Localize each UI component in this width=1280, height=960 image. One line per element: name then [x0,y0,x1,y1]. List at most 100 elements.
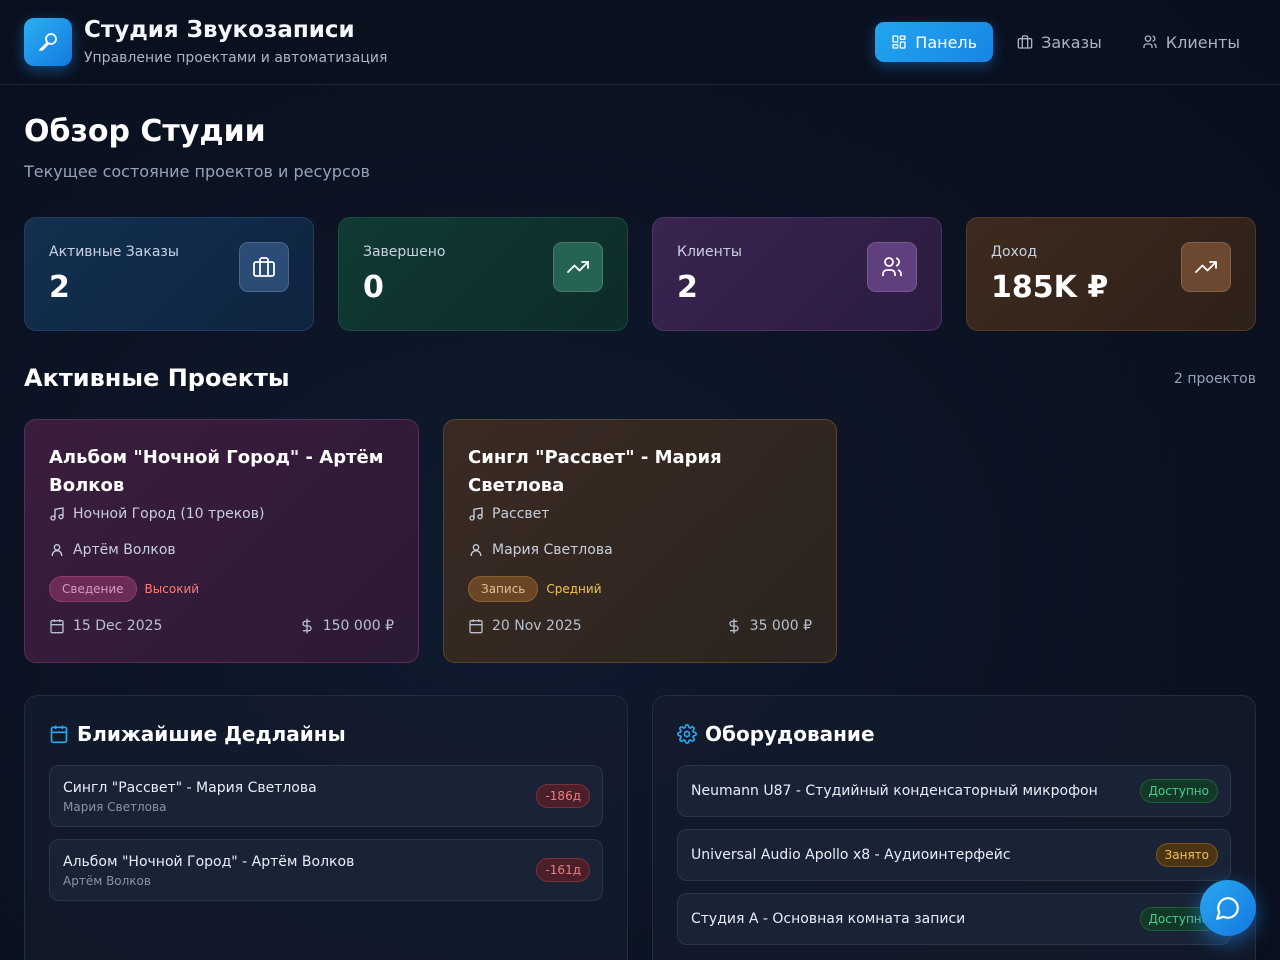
deadline-title: Сингл "Рассвет" - Мария Светлова [63,780,317,796]
nav-clients[interactable]: Клиенты [1126,22,1256,62]
page-title: Обзор Студии [24,114,266,149]
app-subtitle: Управление проектами и автоматизация [84,50,388,66]
deadline-item[interactable]: Альбом "Ночной Город" - Артём Волков Арт… [49,839,603,901]
equipment-title: Оборудование [677,722,875,746]
project-price: 150 000 ₽ [299,618,394,634]
project-title: Сингл "Рассвет" - Мария Светлова [468,447,722,496]
nav-orders-label: Заказы [1041,32,1102,52]
stat-label: Доход [991,244,1038,260]
nav-orders[interactable]: Заказы [1001,22,1118,62]
logo [24,18,72,66]
project-date-text: 15 Dec 2025 [73,618,163,634]
chat-bubble-icon [1216,897,1239,920]
stat-card-revenue: Доход 185K ₽ [966,217,1256,331]
calendar-icon [50,619,64,634]
main-nav: Панель Заказы Клиенты [875,22,1256,62]
music-note-icon [469,507,483,521]
project-footer: 15 Dec 2025 150 000 ₽ [49,618,394,634]
projects-count: 2 проектов [1173,371,1256,387]
project-track: Ночной Город (10 треков) [49,506,264,522]
stat-icon-box [239,242,289,292]
equipment-title-text: Оборудование [705,722,875,746]
stat-icon-box [867,242,917,292]
user-icon [470,544,482,556]
music-note-icon [50,507,64,521]
project-client-text: Артём Волков [73,542,176,558]
nav-dashboard-label: Панель [915,32,978,52]
nav-dashboard[interactable]: Панель [875,22,994,62]
project-client-text: Мария Светлова [492,542,613,558]
project-price-text: 35 000 ₽ [749,618,812,634]
project-card[interactable]: Сингл "Рассвет" - Мария Светлова Рассвет… [443,419,837,663]
availability-badge: Занято [1155,843,1218,867]
equipment-panel: Оборудование Neumann U87 - Студийный кон… [652,695,1256,960]
projects-section-title: Активные Проекты [24,364,290,392]
priority-label: Высокий [144,582,200,596]
stat-icon-box [1181,242,1231,292]
project-track: Рассвет [468,506,549,522]
project-price: 35 000 ₽ [726,618,812,634]
deadline-client: Артём Волков [63,874,151,888]
project-date: 15 Dec 2025 [49,618,162,634]
stat-card-clients: Клиенты 2 [652,217,942,331]
deadlines-title: Ближайшие Дедлайны [49,722,346,746]
stat-card-active-orders: Активные Заказы 2 [24,217,314,331]
project-badges: Сведение Высокий [49,576,199,602]
project-card[interactable]: Альбом "Ночной Город" - Артём Волков Ноч… [24,419,419,663]
deadlines-panel: Ближайшие Дедлайны Сингл "Рассвет" - Мар… [24,695,628,960]
overdue-badge: -186д [536,784,590,808]
overdue-badge: -161д [536,858,590,882]
stat-icon-box [553,242,603,292]
deadline-title: Альбом "Ночной Город" - Артём Волков [63,854,355,870]
stat-value: 0 [363,270,384,305]
project-title: Альбом "Ночной Город" - Артём Волков [49,447,384,496]
equipment-item[interactable]: Студия А - Основная комната записи Досту… [677,893,1231,945]
dollar-icon [729,618,739,634]
calendar-icon [50,725,68,744]
grid-icon [892,35,906,49]
equipment-item[interactable]: Neumann U87 - Студийный конденсаторный м… [677,765,1231,817]
briefcase-icon [1017,35,1033,49]
equipment-name: Universal Audio Apollo x8 - Аудиоинтерфе… [691,847,1011,863]
trending-up-icon [567,261,589,273]
equipment-name: Neumann U87 - Студийный конденсаторный м… [691,783,1098,799]
project-date-text: 20 Nov 2025 [492,618,582,634]
status-badge: Запись [468,576,539,602]
trending-up-icon [1195,261,1217,273]
gear-icon [677,724,697,744]
app-header: Студия Звукозаписи Управление проектами … [0,0,1280,85]
stat-card-completed: Завершено 0 [338,217,628,331]
status-badge: Сведение [49,576,137,602]
deadlines-title-text: Ближайшие Дедлайны [77,722,346,746]
project-client: Артём Волков [49,542,176,558]
priority-label: Средний [546,582,602,596]
project-price-text: 150 000 ₽ [322,618,394,634]
equipment-item[interactable]: Universal Audio Apollo x8 - Аудиоинтерфе… [677,829,1231,881]
project-client: Мария Светлова [468,542,613,558]
stat-value: 2 [49,270,70,305]
users-icon [1143,35,1157,48]
equipment-name: Студия А - Основная комната записи [691,911,966,927]
chat-button[interactable] [1200,880,1256,936]
availability-badge: Доступно [1139,779,1218,803]
stat-label: Клиенты [677,244,742,260]
stat-value: 2 [677,270,698,305]
app-title: Студия Звукозаписи [84,17,355,43]
deadline-item[interactable]: Сингл "Рассвет" - Мария Светлова Мария С… [49,765,603,827]
users-icon [882,257,902,276]
user-icon [51,544,63,556]
deadline-client: Мария Светлова [63,800,167,814]
project-date: 20 Nov 2025 [468,618,582,634]
stat-label: Активные Заказы [49,244,179,260]
project-track-text: Рассвет [492,506,550,522]
microphone-icon [39,33,57,51]
stat-label: Завершено [363,244,446,260]
project-footer: 20 Nov 2025 35 000 ₽ [468,618,812,634]
project-badges: Запись Средний [468,576,602,602]
briefcase-icon [253,257,275,277]
stat-value: 185K ₽ [991,270,1109,305]
nav-clients-label: Клиенты [1165,32,1240,52]
dollar-icon [302,618,312,634]
project-track-text: Ночной Город (10 треков) [73,506,265,522]
page-subtitle: Текущее состояние проектов и ресурсов [24,162,370,181]
